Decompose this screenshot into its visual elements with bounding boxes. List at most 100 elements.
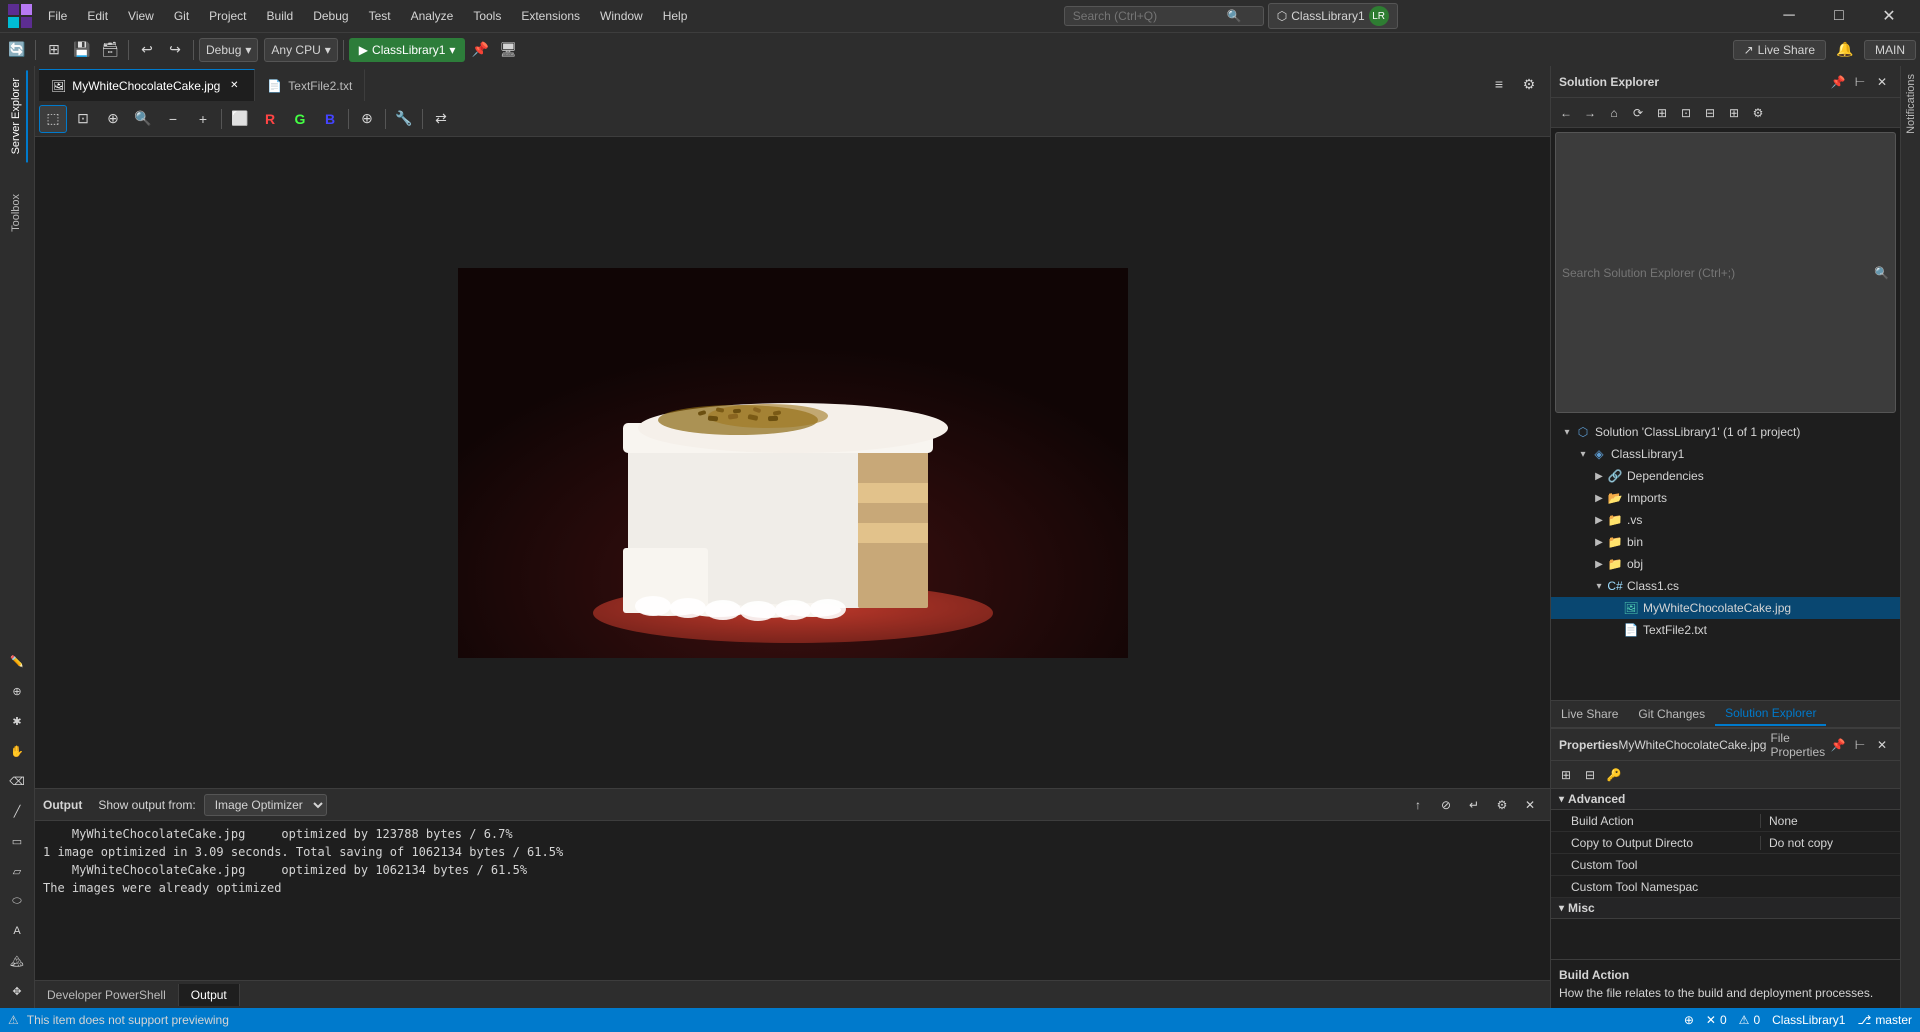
left-tool-1[interactable]: ✏️ [4,648,30,674]
minimize-button[interactable]: ─ [1766,0,1812,32]
tree-textfile2[interactable]: 📄 TextFile2.txt [1551,619,1900,641]
output-clear-button[interactable]: ⊘ [1434,793,1458,817]
search-input[interactable] [1073,9,1223,23]
zoom-tool[interactable]: 🔍 [129,105,157,133]
left-tool-11[interactable]: 🏔 [4,948,30,974]
undo-button[interactable]: ↩ [134,37,160,63]
tree-mywchocolatecake[interactable]: 🖼 MyWhiteChocolateCake.jpg [1551,597,1900,619]
misc-section-header[interactable]: ▾ Misc [1551,898,1900,919]
menu-file[interactable]: File [40,5,75,27]
git-changes-tab[interactable]: Git Changes [1628,703,1715,725]
prop-sort-button[interactable]: ⊟ [1579,764,1601,786]
save-button[interactable]: 💾 [69,37,95,63]
se-search-input[interactable] [1562,266,1870,280]
g-channel-tool[interactable]: G [286,105,314,133]
output-up-button[interactable]: ↑ [1406,793,1430,817]
se-pin-button[interactable]: 📌 [1828,72,1848,92]
left-tool-12[interactable]: ✥ [4,978,30,1004]
tab-mywchocolatecake[interactable]: 🖼 MyWhiteChocolateCake.jpg ✕ [39,69,255,101]
menu-window[interactable]: Window [592,5,651,27]
project-indicator[interactable]: ⬡ ClassLibrary1 LR [1268,3,1398,29]
se-search-box[interactable]: 🔍 [1555,132,1896,413]
left-tool-6[interactable]: ╱ [4,798,30,824]
maximize-button[interactable]: □ [1816,0,1862,32]
rotate-tool[interactable]: ⊕ [353,105,381,133]
prop-categories-button[interactable]: ⊞ [1555,764,1577,786]
close-button[interactable]: ✕ [1866,0,1912,32]
tree-bin[interactable]: ▶ 📁 bin [1551,531,1900,553]
server-explorer-tab[interactable]: Server Explorer [6,70,28,162]
menu-git[interactable]: Git [166,5,197,27]
run-button[interactable]: ▶ ClassLibrary1 ▾ [349,38,466,62]
menu-extensions[interactable]: Extensions [513,5,588,27]
save-all-button[interactable]: 🗃 [97,37,123,63]
output-tab[interactable]: Output [179,984,240,1006]
left-tool-5[interactable]: ⌫ [4,768,30,794]
prop-close-button[interactable]: ✕ [1872,735,1892,755]
tab-textfile2[interactable]: 📄 TextFile2.txt [255,69,365,101]
main-button[interactable]: MAIN [1864,40,1916,60]
left-tool-10[interactable]: A [4,918,30,944]
output-filter-button[interactable]: ⚙ [1490,793,1514,817]
zoom-out-tool[interactable]: − [159,105,187,133]
prop-build-action-value[interactable]: None [1760,814,1900,828]
se-sync-button[interactable]: ⟳ [1627,102,1649,124]
left-tool-8[interactable]: ▱ [4,858,30,884]
left-tool-7[interactable]: ▭ [4,828,30,854]
r-channel-tool[interactable]: R [256,105,284,133]
tree-imports[interactable]: ▶ 📂 Imports [1551,487,1900,509]
monitor-button[interactable]: 🖥 [495,37,521,63]
se-pin2-button[interactable]: ⊢ [1850,72,1870,92]
tree-obj[interactable]: ▶ 📁 obj [1551,553,1900,575]
se-refresh-button[interactable]: ⊞ [1651,102,1673,124]
config-dropdown[interactable]: Debug ▾ [199,38,258,62]
menu-build[interactable]: Build [259,5,302,27]
platform-dropdown[interactable]: Any CPU ▾ [264,38,337,62]
se-forward-button[interactable]: → [1579,102,1601,124]
notifications-button[interactable]: 🔔 [1832,37,1858,63]
notifications-tab[interactable]: Notifications [1901,66,1920,142]
se-close-button[interactable]: ✕ [1872,72,1892,92]
prop-pin-button[interactable]: 📌 [1828,735,1848,755]
prop-copy-value[interactable]: Do not copy [1760,836,1900,850]
advanced-section-header[interactable]: ▾ Advanced [1551,789,1900,810]
tab-close-icon[interactable]: ✕ [226,78,242,94]
left-tool-3[interactable]: ✱ [4,708,30,734]
add-item-button[interactable]: ⊞ [41,37,67,63]
output-close-button[interactable]: ✕ [1518,793,1542,817]
tab-settings-button[interactable]: ⚙ [1516,71,1542,97]
menu-tools[interactable]: Tools [465,5,509,27]
lasso-tool[interactable]: ⊡ [69,105,97,133]
se-settings-button[interactable]: ⚙ [1747,102,1769,124]
left-tool-2[interactable]: ⊕ [4,678,30,704]
se-view-button[interactable]: ⊞ [1723,102,1745,124]
b-channel-tool[interactable]: B [316,105,344,133]
tree-class1[interactable]: ▾ C# Class1.cs [1551,575,1900,597]
new-project-button[interactable]: 🔄 [4,37,30,63]
tree-vs[interactable]: ▶ 📁 .vs [1551,509,1900,531]
menu-view[interactable]: View [120,5,162,27]
global-search[interactable]: 🔍 [1064,6,1264,26]
menu-debug[interactable]: Debug [305,5,356,27]
redo-button[interactable]: ↪ [162,37,188,63]
se-back-button[interactable]: ← [1555,102,1577,124]
menu-analyze[interactable]: Analyze [403,5,462,27]
menu-help[interactable]: Help [655,5,696,27]
grid-tool[interactable]: ⬜ [226,105,254,133]
live-share-tab[interactable]: Live Share [1551,703,1628,725]
se-collapse-button[interactable]: ⊟ [1699,102,1721,124]
se-home-button[interactable]: ⌂ [1603,102,1625,124]
flip-tool[interactable]: ⇄ [427,105,455,133]
tree-project[interactable]: ▾ ◈ ClassLibrary1 [1551,443,1900,465]
menu-project[interactable]: Project [201,5,254,27]
left-tool-4[interactable]: ✋ [4,738,30,764]
dev-powershell-tab[interactable]: Developer PowerShell [35,984,179,1006]
pick-tool[interactable]: ⊕ [99,105,127,133]
zoom-in-tool[interactable]: + [189,105,217,133]
live-share-button[interactable]: ↗ Live Share [1733,40,1826,60]
toolbox-tab[interactable]: Toolbox [6,186,28,240]
menu-edit[interactable]: Edit [79,5,116,27]
left-tool-9[interactable]: ⬭ [4,888,30,914]
se-filter-button[interactable]: ⊡ [1675,102,1697,124]
menu-test[interactable]: Test [361,5,399,27]
